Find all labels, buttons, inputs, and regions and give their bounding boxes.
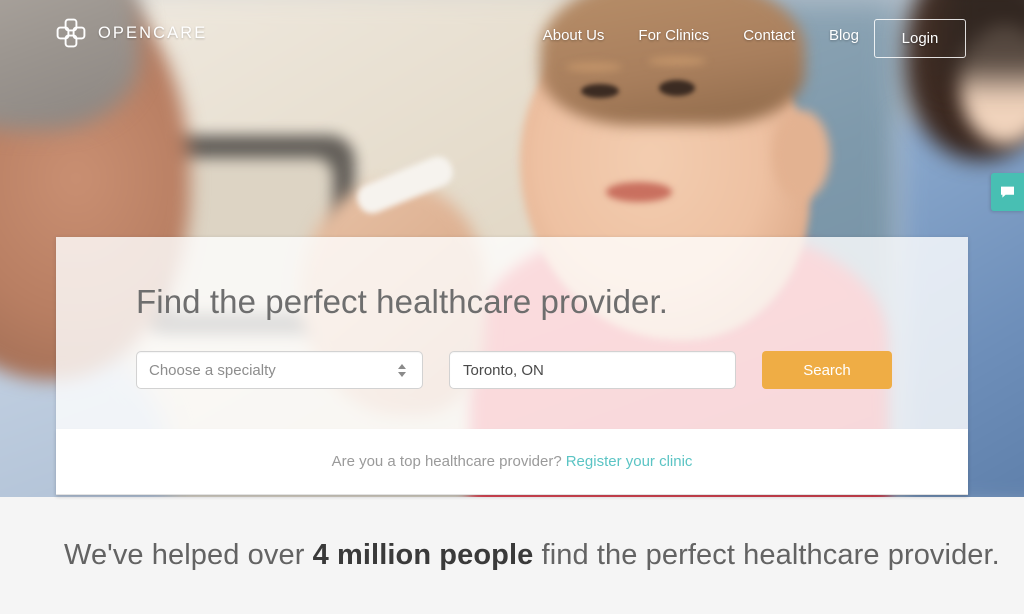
select-stepper-icon — [398, 363, 406, 377]
photo-child-eye-left — [581, 84, 619, 98]
brand-name: OPENCARE — [98, 23, 208, 42]
cross-logo-icon — [56, 18, 86, 48]
stats-headline: We've helped over 4 million people find … — [64, 539, 1000, 572]
search-form: Choose a specialty Search — [136, 351, 968, 389]
page-root: OPENCARE About Us For Clinics Contact Bl… — [0, 0, 1024, 614]
hero-search-panel: Find the perfect healthcare provider. Ch… — [56, 237, 968, 495]
speech-bubble-icon — [1001, 186, 1014, 198]
nav-link-blog[interactable]: Blog — [812, 27, 876, 44]
specialty-select[interactable]: Choose a specialty — [136, 351, 423, 389]
register-clinic-link[interactable]: Register your clinic — [566, 453, 693, 470]
stats-highlight: 4 million people — [312, 539, 534, 571]
chat-widget-tab[interactable] — [991, 173, 1024, 211]
photo-child-mouth — [606, 182, 672, 202]
stats-prefix: We've helped over — [64, 539, 313, 571]
nav-link-for-clinics[interactable]: For Clinics — [621, 27, 726, 44]
provider-prompt-text: Are you a top healthcare provider? — [331, 453, 562, 470]
specialty-select-value: Choose a specialty — [149, 361, 276, 379]
page-title: Find the perfect healthcare provider. — [136, 283, 669, 320]
stats-section: We've helped over 4 million people find … — [0, 497, 1024, 614]
brand-logo-link[interactable]: OPENCARE — [55, 17, 207, 49]
stats-suffix: find the perfect healthcare provider. — [533, 539, 1000, 571]
location-input[interactable] — [449, 351, 736, 389]
nav-link-contact[interactable]: Contact — [726, 27, 812, 44]
hero-search-panel-top: Find the perfect healthcare provider. Ch… — [56, 237, 968, 429]
nav-links: About Us For Clinics Contact Blog — [526, 27, 876, 44]
nav-link-about-us[interactable]: About Us — [526, 27, 622, 44]
login-button[interactable]: Login — [874, 19, 966, 58]
photo-child-ear — [772, 110, 830, 200]
photo-child-eye-right — [659, 80, 695, 96]
top-navigation-bar: OPENCARE About Us For Clinics Contact Bl… — [0, 0, 1024, 78]
hero-search-panel-bottom: Are you a top healthcare provider? Regis… — [56, 429, 968, 495]
search-button[interactable]: Search — [762, 351, 892, 389]
